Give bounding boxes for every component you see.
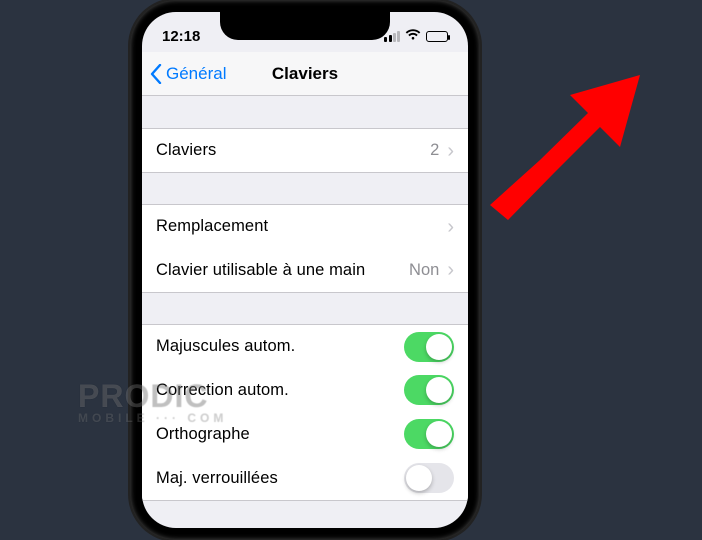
row-auto-capitalization: Majuscules autom.: [142, 324, 468, 368]
chevron-right-icon: ›: [447, 260, 454, 280]
row-label: Maj. verrouillées: [156, 469, 404, 488]
toggle-auto-capitalization[interactable]: [404, 332, 454, 362]
toggle-caps-lock[interactable]: [404, 463, 454, 493]
row-caps-lock: Maj. verrouillées: [142, 456, 468, 500]
chevron-right-icon: ›: [447, 141, 454, 161]
toggle-auto-correction[interactable]: [404, 375, 454, 405]
row-label: Majuscules autom.: [156, 337, 404, 356]
group-spacer: [142, 96, 468, 128]
row-label: Remplacement: [156, 217, 447, 236]
group-spacer: [142, 172, 468, 204]
annotation-arrow-icon: [470, 55, 660, 225]
group-spacer: [142, 292, 468, 324]
status-right: [384, 28, 448, 44]
row-auto-correction: Correction autom.: [142, 368, 468, 412]
row-label: Correction autom.: [156, 381, 404, 400]
row-one-handed-keyboard[interactable]: Clavier utilisable à une main Non ›: [142, 248, 468, 292]
row-value: 2: [430, 141, 439, 160]
settings-list: Claviers 2 › Remplacement › Clavier util…: [142, 96, 468, 500]
toggle-check-spelling[interactable]: [404, 419, 454, 449]
back-button[interactable]: Général: [150, 64, 226, 84]
row-label: Clavier utilisable à une main: [156, 261, 409, 280]
row-check-spelling: Orthographe: [142, 412, 468, 456]
row-label: Orthographe: [156, 425, 404, 444]
row-value: Non: [409, 261, 439, 280]
status-time: 12:18: [162, 28, 200, 45]
phone-frame: 12:18 Général Claviers Claviers: [130, 0, 480, 540]
nav-bar: Général Claviers: [142, 52, 468, 96]
chevron-right-icon: ›: [447, 217, 454, 237]
notch: [220, 12, 390, 40]
row-text-replacement[interactable]: Remplacement ›: [142, 204, 468, 248]
back-label: Général: [166, 64, 226, 84]
row-label: Claviers: [156, 141, 430, 160]
chevron-left-icon: [150, 64, 162, 84]
row-keyboards[interactable]: Claviers 2 ›: [142, 128, 468, 172]
phone-screen: 12:18 Général Claviers Claviers: [142, 12, 468, 528]
wifi-icon: [405, 28, 421, 44]
battery-icon: [426, 31, 448, 42]
